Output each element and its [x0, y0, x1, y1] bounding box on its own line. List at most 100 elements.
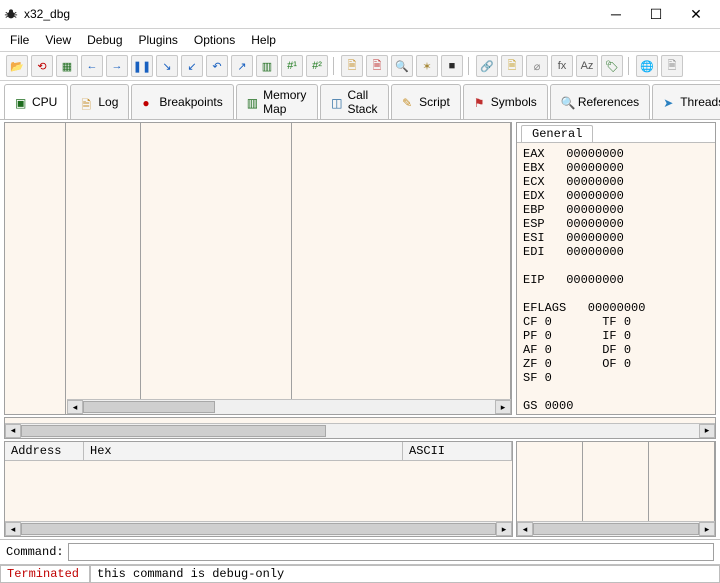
registers-tab-general[interactable]: General: [521, 125, 593, 142]
tab-label: References: [578, 95, 639, 109]
doc-red-icon[interactable]: 🗎: [366, 55, 388, 77]
toolbar: 📂⟲▦←→❚❚↘↙↶↗▥#¹#²🗎🗎🔍✶■🔗🗎⌀fxAᴢ🏷🌐🗎: [0, 52, 720, 81]
dark-square-icon[interactable]: ■: [441, 55, 463, 77]
az-icon[interactable]: Aᴢ: [576, 55, 598, 77]
main-area: ◂ ▸ General EAX 00000000 EBX 00000000 EC…: [0, 120, 720, 539]
tab-log[interactable]: 🗎 Log: [70, 84, 129, 119]
menu-options[interactable]: Options: [194, 33, 235, 47]
settings-doc-icon[interactable]: 🗎: [661, 55, 683, 77]
hash2-icon[interactable]: #²: [306, 55, 328, 77]
log-icon: 🗎: [81, 96, 93, 108]
dump-header-address[interactable]: Address: [5, 442, 84, 460]
db-square-icon[interactable]: ▦: [56, 55, 78, 77]
dump-header-hex[interactable]: Hex: [84, 442, 403, 460]
tab-label: CPU: [32, 95, 57, 109]
toolbar-separator: [468, 57, 471, 75]
scroll-right-arrow[interactable]: ▸: [495, 400, 511, 414]
stack-panel[interactable]: ◂ ▸: [516, 441, 716, 537]
symbols-icon: ⚑: [474, 96, 486, 108]
step-back-icon[interactable]: ←: [81, 55, 103, 77]
step-back2-icon[interactable]: ↶: [206, 55, 228, 77]
cpu-icon: ▣: [15, 96, 27, 108]
memory-map-icon: ▥: [247, 96, 258, 108]
app-bug-icon: [4, 7, 18, 21]
tab-call-stack[interactable]: ◫Call Stack: [320, 84, 389, 119]
pause-icon[interactable]: ❚❚: [131, 55, 153, 77]
tab-memory-map[interactable]: ▥Memory Map: [236, 84, 318, 119]
tab-label: Call Stack: [347, 88, 378, 116]
doc-yellow-icon[interactable]: 🗎: [341, 55, 363, 77]
tab-script[interactable]: ✎ Script: [391, 84, 461, 119]
maximize-button[interactable]: ☐: [636, 2, 676, 26]
menu-debug[interactable]: Debug: [87, 33, 122, 47]
scroll-right-arrow[interactable]: ▸: [699, 522, 715, 536]
star-icon[interactable]: ✶: [416, 55, 438, 77]
scroll-track[interactable]: [83, 401, 495, 413]
menu-file[interactable]: File: [10, 33, 29, 47]
info-hscrollbar[interactable]: ◂ ▸: [5, 423, 715, 438]
toolbar-separator: [333, 57, 336, 75]
scroll-right-arrow[interactable]: ▸: [699, 424, 715, 438]
menu-plugins[interactable]: Plugins: [139, 33, 178, 47]
run-icon[interactable]: →: [106, 55, 128, 77]
tab-breakpoints[interactable]: ● Breakpoints: [131, 84, 233, 119]
step-out-icon[interactable]: ↗: [231, 55, 253, 77]
strike-doc-icon[interactable]: ⌀: [526, 55, 548, 77]
tab-label: Symbols: [491, 95, 537, 109]
tab-label: Script: [419, 95, 450, 109]
references-icon: 🔍: [561, 96, 573, 108]
status-message: this command is debug-only: [90, 565, 720, 583]
chip-icon[interactable]: ▥: [256, 55, 278, 77]
close-button[interactable]: ✕: [676, 2, 716, 26]
disasm-col-bytes: [66, 123, 141, 414]
disassembly-panel[interactable]: ◂ ▸: [4, 122, 512, 415]
tab-references[interactable]: 🔍 References: [550, 84, 650, 119]
hash1-icon[interactable]: #¹: [281, 55, 303, 77]
registers-panel: General EAX 00000000 EBX 00000000 ECX 00…: [516, 122, 716, 415]
search-icon[interactable]: 🔍: [391, 55, 413, 77]
dump-panel[interactable]: Address Hex ASCII ◂ ▸: [4, 441, 513, 537]
scroll-left-arrow[interactable]: ◂: [517, 522, 533, 536]
scroll-left-arrow[interactable]: ◂: [5, 424, 21, 438]
step-over-down-icon[interactable]: ↘: [156, 55, 178, 77]
tab-label: Log: [98, 95, 118, 109]
refresh-icon[interactable]: ⟲: [31, 55, 53, 77]
menu-help[interactable]: Help: [251, 33, 276, 47]
dump-hscrollbar[interactable]: ◂ ▸: [5, 521, 512, 536]
threads-icon: ➤: [663, 96, 675, 108]
tab-symbols[interactable]: ⚑ Symbols: [463, 84, 548, 119]
tab-cpu[interactable]: ▣ CPU: [4, 84, 68, 119]
link-icon[interactable]: 🔗: [476, 55, 498, 77]
disasm-col-address: [5, 123, 66, 414]
registers-body[interactable]: EAX 00000000 EBX 00000000 ECX 00000000 E…: [517, 143, 715, 414]
menu-view[interactable]: View: [45, 33, 71, 47]
fx-icon[interactable]: fx: [551, 55, 573, 77]
step-into-down-icon[interactable]: ↙: [181, 55, 203, 77]
script-icon: ✎: [402, 96, 414, 108]
open-folder-icon[interactable]: 📂: [6, 55, 28, 77]
info-panel[interactable]: ◂ ▸: [4, 417, 716, 439]
row-mid: ◂ ▸: [4, 417, 716, 439]
scroll-track[interactable]: [21, 425, 699, 437]
tag-icon[interactable]: 🏷: [601, 55, 623, 77]
title-bar: x32_dbg ─ ☐ ✕: [0, 0, 720, 29]
scroll-right-arrow[interactable]: ▸: [496, 522, 512, 536]
row-top: ◂ ▸ General EAX 00000000 EBX 00000000 EC…: [0, 120, 720, 416]
command-label: Command:: [6, 545, 64, 559]
dump-header-ascii[interactable]: ASCII: [403, 442, 512, 460]
command-bar: Command:: [0, 539, 720, 564]
disasm-hscrollbar[interactable]: ◂ ▸: [67, 399, 511, 414]
minimize-button[interactable]: ─: [596, 2, 636, 26]
scroll-left-arrow[interactable]: ◂: [5, 522, 21, 536]
scroll-left-arrow[interactable]: ◂: [67, 400, 83, 414]
toolbar-separator: [628, 57, 631, 75]
tab-threads[interactable]: ➤Threads: [652, 84, 720, 119]
scroll-track[interactable]: [21, 523, 496, 535]
tab-label: Breakpoints: [159, 95, 222, 109]
breakpoints-icon: ●: [142, 96, 154, 108]
doc2-icon[interactable]: 🗎: [501, 55, 523, 77]
globe-icon[interactable]: 🌐: [636, 55, 658, 77]
stack-hscrollbar[interactable]: ◂ ▸: [517, 521, 715, 536]
command-input[interactable]: [68, 543, 714, 561]
scroll-track[interactable]: [533, 523, 699, 535]
